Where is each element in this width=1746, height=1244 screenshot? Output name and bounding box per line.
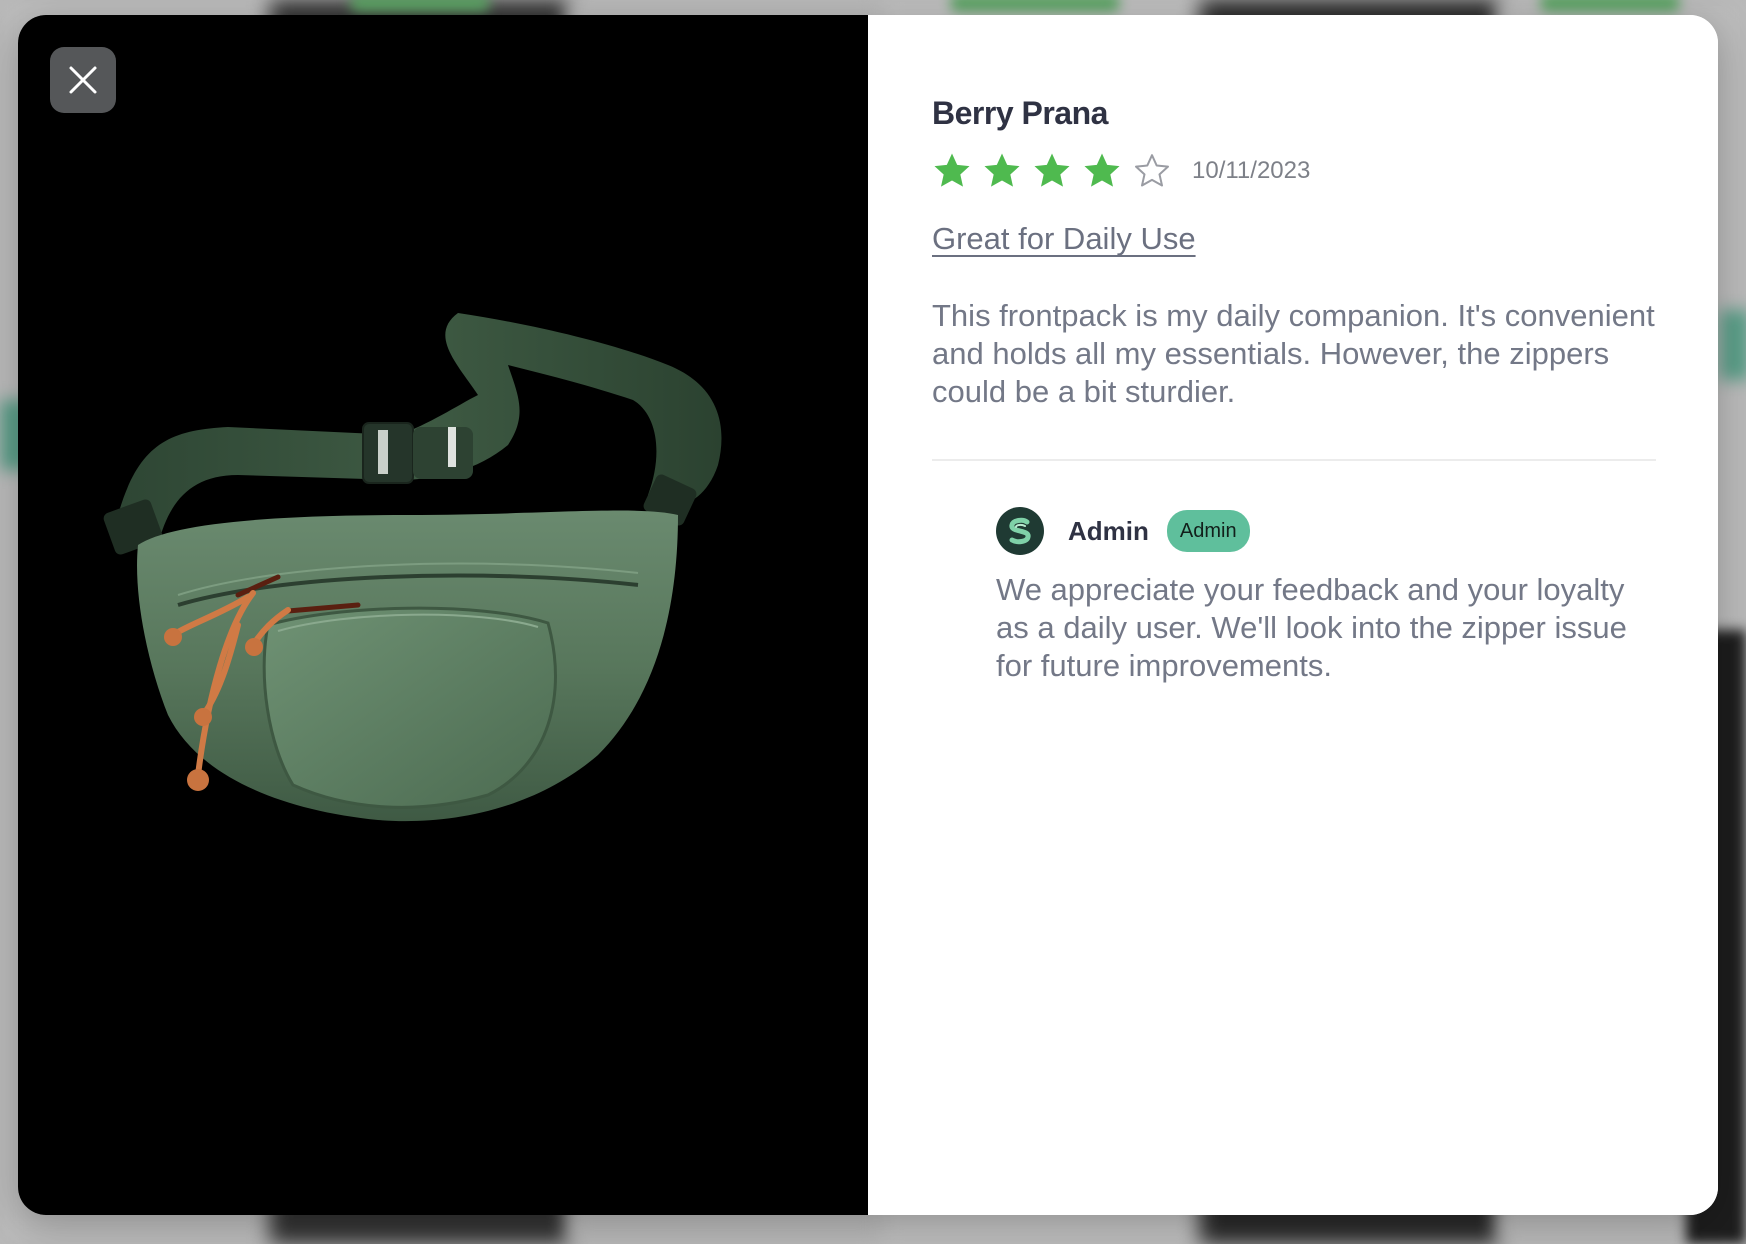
star-filled-icon xyxy=(984,153,1020,187)
review-media-pane xyxy=(18,15,868,1215)
reply-author-name: Admin xyxy=(1068,515,1149,546)
avatar xyxy=(996,507,1044,555)
reply-header: Admin Admin xyxy=(996,507,1672,555)
star-rating xyxy=(932,151,1182,191)
review-title-link[interactable]: Great for Daily Use xyxy=(932,221,1196,257)
star-filled-icon xyxy=(934,153,970,187)
close-button[interactable] xyxy=(50,47,116,113)
product-image xyxy=(103,313,722,822)
review-modal: Berry Prana 10/11/2023 Great for Daily U… xyxy=(18,15,1718,1215)
admin-reply: Admin Admin We appreciate your feedback … xyxy=(996,507,1672,685)
star-filled-icon xyxy=(1084,153,1120,187)
reply-body: We appreciate your feedback and your loy… xyxy=(996,572,1627,683)
review-details-pane: Berry Prana 10/11/2023 Great for Daily U… xyxy=(868,15,1718,1215)
star-empty-icon xyxy=(1135,154,1169,187)
admin-badge: Admin xyxy=(1166,510,1250,552)
brand-logo-icon xyxy=(1009,517,1031,545)
review-date: 10/11/2023 xyxy=(1192,157,1311,184)
reviewer-name: Berry Prana xyxy=(932,95,1108,131)
close-icon xyxy=(69,66,97,94)
rating-row: 10/11/2023 xyxy=(932,147,1672,195)
star-filled-icon xyxy=(1034,153,1070,187)
review-body: This frontpack is my daily companion. It… xyxy=(932,298,1655,409)
divider xyxy=(932,459,1656,461)
